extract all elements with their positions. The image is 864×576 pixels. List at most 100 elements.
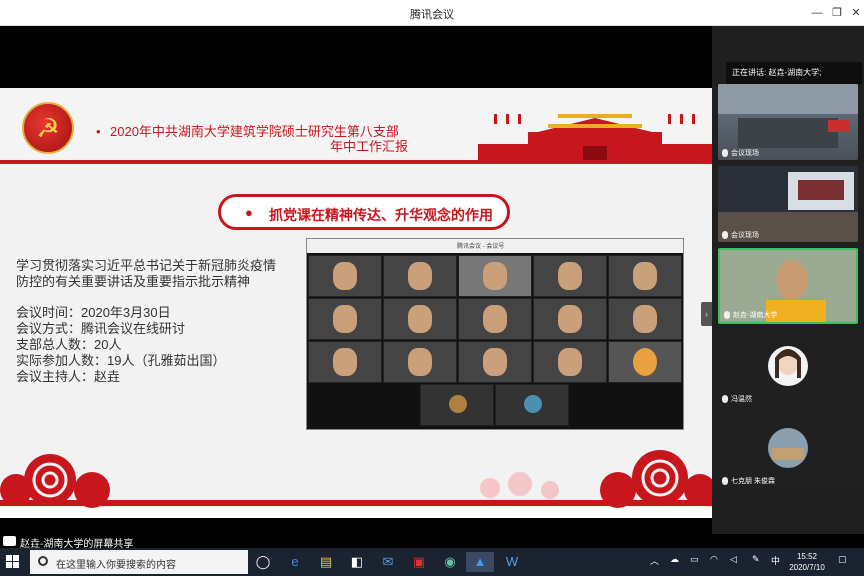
section-bullet: ● (245, 205, 253, 220)
window-title: 腾讯会议 (410, 9, 454, 21)
embedded-titlebar: 腾讯会议 - 会议号 (307, 239, 683, 253)
video-cell (420, 384, 494, 426)
search-icon (38, 556, 48, 566)
notification-icon[interactable]: ▢ (838, 554, 847, 565)
window-titlebar: 腾讯会议 — ❐ ✕ (0, 0, 864, 26)
participant-name: 会议现场 (722, 148, 759, 158)
video-cell (458, 298, 532, 340)
video-cell (533, 298, 607, 340)
app-icon[interactable]: ◉ (439, 552, 461, 572)
participant-face (558, 262, 582, 290)
mic-icon (724, 311, 730, 320)
participant-face (408, 305, 432, 333)
section-heading: ● 抓党课在精神传达、升华观念的作用 (218, 194, 510, 230)
info-attendees: 实际参加人数：19人（孔雅茹出国） (16, 353, 226, 368)
participant-avatar (633, 348, 657, 376)
participant-face (483, 305, 507, 333)
pdf-reader-icon[interactable]: ▣ (408, 552, 430, 572)
participant-avatar (524, 395, 542, 413)
participant-tile[interactable]: 会议现场 (718, 166, 858, 242)
video-cell (608, 341, 682, 383)
title-bullet: • (96, 124, 101, 139)
participant-face (558, 305, 582, 333)
pen-icon[interactable]: ✎ (752, 554, 760, 565)
ime-indicator[interactable]: 中 (771, 554, 780, 567)
video-cell (608, 255, 682, 297)
participant-face (333, 262, 357, 290)
mic-icon (722, 149, 728, 158)
auspicious-cloud-decoration (0, 450, 712, 518)
taskbar-search-box[interactable]: 在这里输入你要搜索的内容 (30, 550, 248, 574)
participant-face (408, 262, 432, 290)
tray-chevron-icon[interactable]: ︿ (650, 554, 659, 567)
participant-face (333, 305, 357, 333)
participant-tile[interactable]: 七克朋 朱俊霖 (718, 412, 858, 488)
section-title: 抓党课在精神传达、升华观念的作用 (269, 207, 493, 223)
screen-share-icon (3, 536, 16, 546)
mic-muted-icon (722, 395, 728, 404)
video-cell (383, 298, 457, 340)
battery-icon[interactable]: ▭ (690, 554, 699, 565)
info-total-members: 支部总人数：20人 (16, 337, 122, 352)
info-host: 会议主持人：赵垚 (16, 369, 121, 384)
embedded-meeting-screenshot: 腾讯会议 - 会议号 (306, 238, 684, 430)
mic-muted-icon (722, 477, 728, 486)
clock-time: 15:52 (796, 552, 818, 561)
party-emblem-icon: ☭ (22, 102, 74, 154)
task-view-icon[interactable]: ◯ (252, 552, 274, 572)
video-cell (308, 255, 382, 297)
windows-start-icon[interactable] (6, 555, 20, 569)
participant-face (408, 348, 432, 376)
minimize-button[interactable]: — (806, 2, 828, 24)
edge-browser-icon[interactable]: e (284, 552, 306, 572)
participant-face (483, 348, 507, 376)
info-meeting-mode: 会议方式：腾讯会议在线研讨 (16, 321, 186, 336)
participant-face (633, 262, 657, 290)
participant-face (333, 348, 357, 376)
slide-title-line1: 2020年中共湖南大学建筑学院硕士研究生第八支部 (110, 124, 399, 139)
participant-face (483, 262, 507, 290)
embedded-caption: 腾讯会议 - 会议号 (457, 244, 505, 250)
volume-icon[interactable]: ◁ (730, 554, 737, 565)
collapse-panel-toggle[interactable]: › (701, 302, 712, 326)
slide-body: 学习贯彻落实习近平总书记关于新冠肺炎疫情防控的有关重要讲话及重要指示批示精神 会… (16, 258, 278, 385)
info-meeting-time: 会议时间：2020年3月30日 (16, 305, 171, 320)
video-cell (495, 384, 569, 426)
video-cell (458, 341, 532, 383)
video-cell (383, 255, 457, 297)
wifi-icon[interactable]: ◠ (710, 554, 718, 565)
store-icon[interactable]: ◧ (346, 552, 368, 572)
taskbar-clock[interactable]: 15:52 2020/7/10 (784, 551, 830, 573)
mail-icon[interactable]: ✉ (377, 552, 399, 572)
video-cell (608, 298, 682, 340)
participant-face (633, 305, 657, 333)
video-cell (533, 341, 607, 383)
slide-title-line2: 年中工作汇报 (330, 139, 409, 154)
participant-panel: 正在讲话: 赵垚-湖南大学; 会议现场 会议现场 赵垚-湖南大学 冯温然 七克朋… (712, 26, 864, 534)
onedrive-icon[interactable]: ☁ (670, 554, 679, 565)
participant-name: 七克朋 朱俊霖 (722, 476, 775, 486)
word-icon[interactable]: W (501, 552, 523, 572)
participant-avatar (449, 395, 467, 413)
header-divider (0, 160, 712, 164)
screen-share-bar: 赵垚-湖南大学的屏幕共享 (0, 534, 712, 550)
video-cell (458, 255, 532, 297)
video-cell (533, 255, 607, 297)
slide-paragraph: 学习贯彻落实习近平总书记关于新冠肺炎疫情防控的有关重要讲话及重要指示批示精神 (16, 258, 277, 289)
clock-date: 2020/7/10 (789, 563, 825, 572)
participant-name: 冯温然 (722, 394, 752, 404)
close-button[interactable]: ✕ (845, 2, 864, 24)
presentation-slide: ☭ • 2020年中共湖南大学建筑学院硕士研究生第八支部 年中工作汇报 ● 抓党… (0, 88, 712, 518)
participant-tile[interactable]: 冯温然 (718, 330, 858, 406)
mic-icon (722, 231, 728, 240)
file-explorer-icon[interactable]: ▤ (315, 552, 337, 572)
video-cell (308, 341, 382, 383)
participant-tile-active-speaker[interactable]: 赵垚-湖南大学 (718, 248, 858, 324)
tiananmen-illustration (478, 114, 712, 162)
search-placeholder: 在这里输入你要搜索的内容 (56, 560, 176, 571)
participant-face (558, 348, 582, 376)
speaking-indicator: 正在讲话: 赵垚-湖南大学; (726, 62, 862, 84)
participant-tile[interactable]: 会议现场 (718, 84, 858, 160)
shared-screen-area: ☭ • 2020年中共湖南大学建筑学院硕士研究生第八支部 年中工作汇报 ● 抓党… (0, 26, 712, 534)
tencent-meeting-icon[interactable]: ▲ (466, 552, 494, 572)
